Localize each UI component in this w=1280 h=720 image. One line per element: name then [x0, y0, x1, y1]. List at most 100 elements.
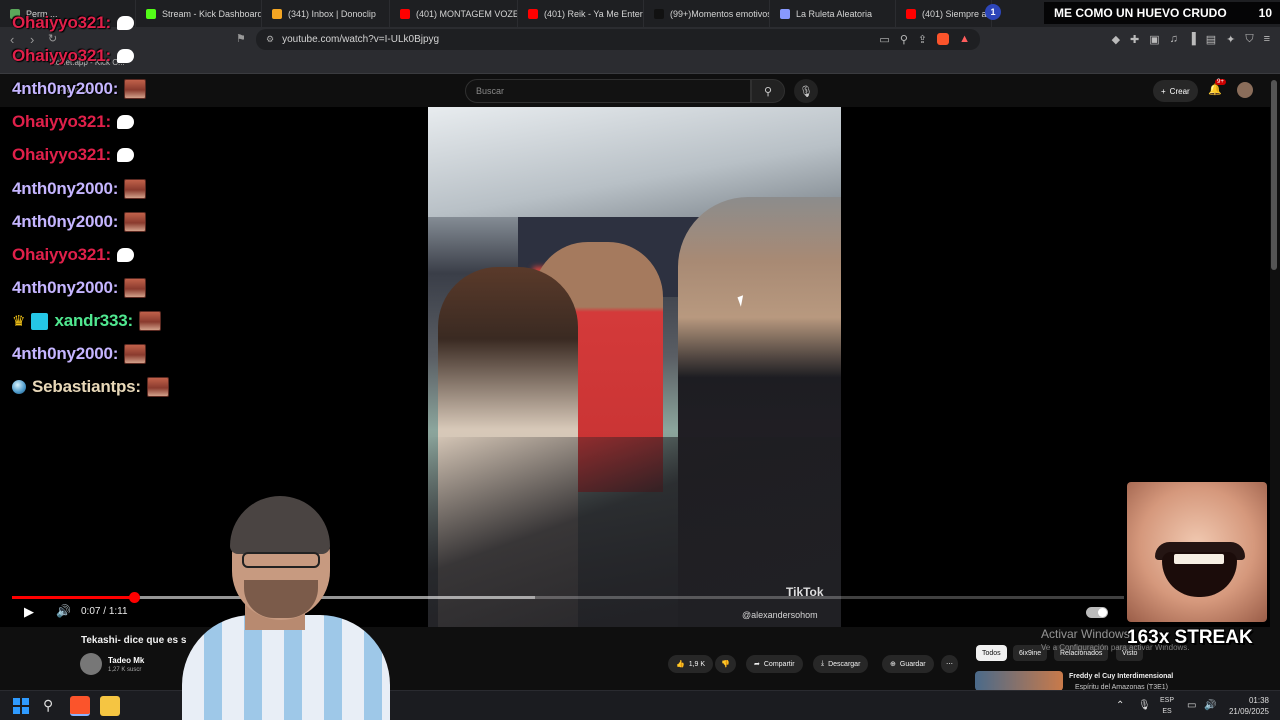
tray-mic-icon[interactable]: 🎙: [1138, 700, 1151, 711]
channel-name[interactable]: Tadeo Mk: [108, 656, 144, 665]
brave-rewards-icon[interactable]: ▲: [959, 33, 970, 46]
puzzle-icon[interactable]: ✚: [1130, 33, 1139, 46]
more-dots-icon: ⋯: [946, 661, 953, 668]
extension-icon[interactable]: ◆: [1112, 33, 1120, 46]
tab-favicon-icon: [906, 8, 916, 19]
share-arrow-icon: ➦: [754, 661, 760, 668]
streamer-webcam: [160, 480, 400, 720]
url-text: youtube.com/watch?v=I-ULk0Bjpyg: [282, 34, 440, 45]
create-label: Crear: [1169, 86, 1190, 96]
input-language[interactable]: ESP ES: [1160, 695, 1174, 717]
recommended-title[interactable]: Freddy el Cuy Interdimensional: [1069, 673, 1173, 680]
more-options-button[interactable]: ⋯: [941, 655, 958, 673]
tab-label: Stream - Kick Dashboard: [162, 8, 262, 19]
tab-favicon-icon: [400, 8, 410, 19]
chat-username: Ohaiyyo321:: [12, 245, 111, 264]
cast-icon[interactable]: ▭: [879, 33, 889, 46]
page-scrollbar[interactable]: [1271, 80, 1277, 270]
channel-avatar[interactable]: [80, 653, 102, 675]
taskbar-search-icon[interactable]: ⚲: [43, 697, 53, 714]
play-icon[interactable]: ▶: [24, 604, 34, 620]
chip-todos[interactable]: Todos: [976, 645, 1007, 661]
browser-tab[interactable]: La Ruleta Aleatoria: [770, 0, 896, 27]
face-emote-icon: [124, 212, 147, 232]
search-icon[interactable]: ⚲: [751, 79, 785, 103]
face-emote-icon: [138, 311, 161, 331]
chat-username: Ohaiyyo321:: [12, 46, 111, 65]
zoom-icon[interactable]: ⚲: [900, 33, 908, 46]
share-button[interactable]: ➦ Compartir: [746, 655, 803, 673]
autoplay-toggle[interactable]: [1086, 607, 1108, 618]
like-button[interactable]: 👍 1,9 K: [668, 655, 714, 673]
streak-label: 163x STREAK: [1127, 627, 1253, 648]
speech-bubble-emote-icon: [116, 115, 134, 129]
account-avatar[interactable]: [1237, 82, 1253, 98]
chat-message: 4nth0ny2000:: [12, 174, 147, 204]
sidebar-icon[interactable]: ▐: [1188, 33, 1196, 46]
site-info-icon[interactable]: ⚙: [266, 34, 274, 45]
bookmark-icon[interactable]: ⚑: [236, 32, 246, 45]
url-field[interactable]: ⚙ youtube.com/watch?v=I-ULk0Bjpyg: [256, 29, 980, 50]
tab-label: (341) Inbox | Donoclip: [288, 8, 376, 19]
youtube-search-input[interactable]: Buscar: [465, 79, 751, 103]
browser-tab[interactable]: (401) Reik - Ya Me Enteré: [518, 0, 644, 27]
subscriber-badge-icon: [31, 312, 49, 330]
clock-date: 21/09/2025: [1228, 707, 1269, 716]
windows-activation-title: Activar Windows: [1041, 627, 1130, 641]
menu-icon[interactable]: ≡: [1264, 33, 1270, 46]
volume-icon[interactable]: 🔊: [56, 604, 71, 618]
network-icon[interactable]: ▭: [1187, 700, 1196, 711]
tray-chevron-icon[interactable]: ⌃: [1116, 700, 1124, 711]
browser-tab[interactable]: Stream - Kick Dashboard: [136, 0, 262, 27]
browser-tab[interactable]: (341) Inbox | Donoclip: [262, 0, 390, 27]
leo-icon[interactable]: ✦: [1226, 33, 1235, 46]
brave-browser-icon[interactable]: [70, 696, 90, 716]
lang-top: ESP: [1160, 697, 1175, 704]
url-actions: ▭ ⚲ ⇪ ▲: [879, 33, 970, 46]
banner-number: 10: [1258, 6, 1272, 20]
microphone-icon[interactable]: 🎙: [794, 79, 818, 103]
face-emote-icon: [124, 79, 147, 99]
chat-username: 4nth0ny2000:: [12, 79, 119, 98]
extensions-bar: ◆ ✚ ▣ ♫ ▐ ▤ ✦ ⛉ ≡: [1112, 33, 1270, 46]
video-frame[interactable]: TikTok @alexandersohom: [428, 107, 841, 627]
screenshot-icon[interactable]: ▣: [1149, 33, 1159, 46]
face-emote-icon: [124, 278, 147, 298]
brave-shield-icon[interactable]: [937, 33, 950, 45]
thumbs-up-icon: 👍: [676, 661, 685, 668]
tab-label: La Ruleta Aleatoria: [796, 8, 873, 19]
browser-tab[interactable]: (401) Siempre a tu l...: [896, 0, 992, 27]
create-button[interactable]: + Crear: [1153, 80, 1198, 102]
chat-message: Sebastiantps:: [12, 372, 169, 402]
chat-username: xandr333:: [54, 311, 133, 330]
windows-start-icon[interactable]: [13, 698, 29, 714]
recommended-thumbnail[interactable]: [975, 671, 1063, 691]
chat-username: 4nth0ny2000:: [12, 344, 119, 363]
save-button[interactable]: ⊕ Guardar: [882, 655, 934, 673]
browser-tab[interactable]: (99+)Momentos emotivos: [644, 0, 770, 27]
speech-bubble-emote-icon: [116, 49, 134, 63]
save-icon: ⊕: [890, 661, 896, 668]
browser-tab[interactable]: (401) MONTAGEM VOZES: [390, 0, 518, 27]
taskbar-clock[interactable]: 01:38 21/09/2025: [1225, 695, 1269, 717]
chat-message: Ohaiyyo321:: [12, 41, 134, 71]
wallet-icon[interactable]: ▤: [1206, 33, 1216, 46]
vpn-shield-icon[interactable]: ⛉: [1245, 33, 1253, 46]
tab-label: (99+)Momentos emotivos: [670, 8, 770, 19]
webcam-glasses: [242, 552, 320, 568]
screen: Perm ... Stream - Kick Dashboard (341) I…: [0, 0, 1280, 720]
gem-icon: [12, 380, 26, 394]
dislike-button[interactable]: 👎: [715, 655, 736, 673]
share-icon[interactable]: ⇪: [918, 33, 927, 46]
progress-played: [12, 596, 134, 599]
face-emote-icon: [124, 344, 147, 364]
download-button[interactable]: ⤓ Descargar: [813, 655, 869, 673]
channel-subscribers: 1,27 K suscr: [108, 667, 142, 673]
speaker-icon[interactable]: 🔊: [1204, 700, 1216, 711]
webcam-beanie: [230, 496, 330, 554]
face-emote-icon: [124, 179, 147, 199]
music-icon[interactable]: ♫: [1170, 33, 1178, 46]
tab-favicon-icon: [146, 8, 156, 19]
progress-scrubber[interactable]: [129, 592, 140, 603]
file-explorer-icon[interactable]: [100, 696, 120, 716]
